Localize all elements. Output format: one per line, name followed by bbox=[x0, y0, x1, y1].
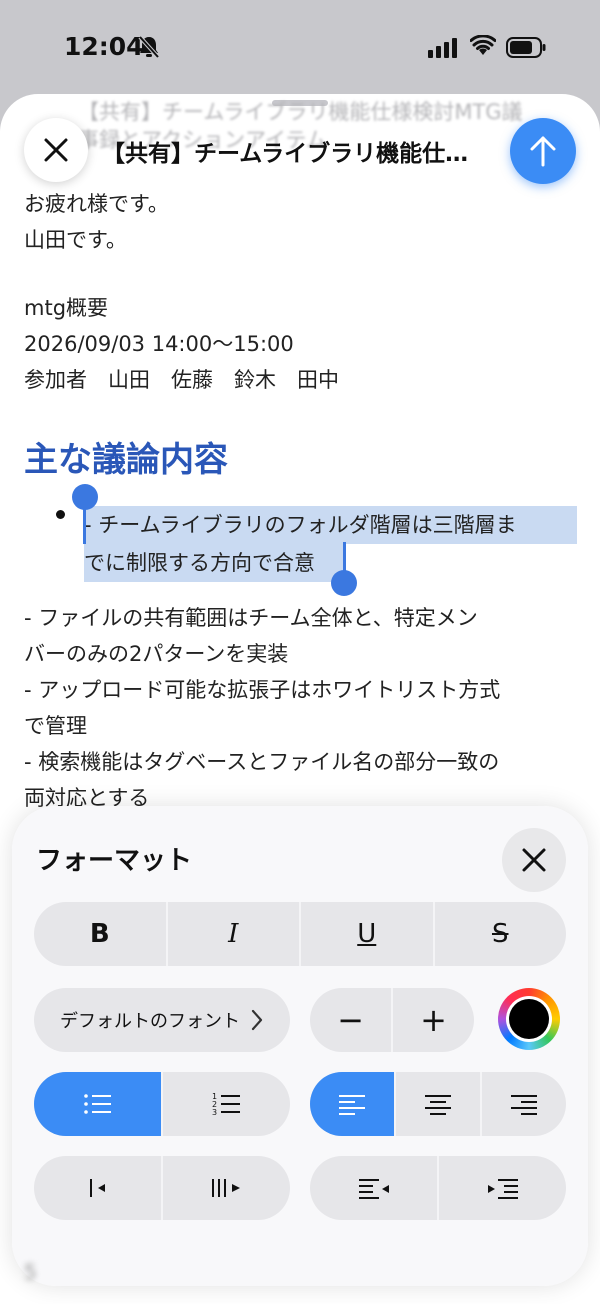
section-heading[interactable]: 主な議論内容 bbox=[24, 432, 228, 481]
decrease-block-indent-button[interactable] bbox=[34, 1156, 161, 1220]
align-right-icon bbox=[511, 1095, 537, 1115]
bulleted-list-button[interactable] bbox=[34, 1072, 161, 1136]
align-right-button[interactable] bbox=[480, 1072, 566, 1136]
battery-icon bbox=[506, 37, 546, 58]
indent-button[interactable] bbox=[437, 1156, 566, 1220]
list-style-group: 1 2 3 bbox=[34, 1072, 290, 1136]
status-bar: 12:04 bbox=[0, 0, 600, 96]
increase-font-size-button[interactable]: + bbox=[391, 988, 474, 1052]
body-datetime[interactable]: 2026/09/03 14:00〜15:00 bbox=[24, 326, 294, 362]
arrow-up-icon bbox=[530, 136, 556, 167]
selected-color-swatch bbox=[509, 999, 549, 1039]
font-name: デフォルトのフォント bbox=[60, 1011, 240, 1032]
body-line[interactable]: - 検索機能はタグベースとファイル名の部分一致の bbox=[24, 744, 499, 780]
selection-end-knob[interactable] bbox=[331, 570, 357, 596]
close-icon bbox=[44, 138, 68, 162]
decrease-font-size-button[interactable]: − bbox=[310, 988, 391, 1052]
block-indent-group bbox=[34, 1156, 290, 1220]
obscured-body-text: 5 bbox=[24, 1260, 37, 1284]
selection-start-handle[interactable] bbox=[83, 504, 86, 544]
increase-block-indent-button[interactable] bbox=[161, 1156, 290, 1220]
body-sender[interactable]: 山田です。 bbox=[24, 222, 127, 258]
color-ring bbox=[506, 996, 552, 1042]
svg-text:3: 3 bbox=[212, 1108, 217, 1117]
indent-icon bbox=[487, 1179, 518, 1199]
align-left-icon bbox=[339, 1095, 365, 1115]
selected-text-line[interactable]: - チームライブラリのフォルダ階層は三階層ま bbox=[84, 506, 577, 544]
body-line[interactable]: - アップロード可能な拡張子はホワイトリスト方式 bbox=[24, 672, 500, 708]
status-time: 12:04 bbox=[64, 32, 144, 61]
selected-text-line[interactable]: でに制限する方向で合意 bbox=[84, 544, 346, 582]
align-left-button[interactable] bbox=[310, 1072, 394, 1136]
close-icon bbox=[522, 848, 546, 872]
indent-group bbox=[310, 1156, 566, 1220]
numbered-list-button[interactable]: 1 2 3 bbox=[161, 1072, 290, 1136]
format-panel-title: フォーマット bbox=[36, 846, 193, 876]
font-picker-cell[interactable]: デフォルトのフォント bbox=[34, 988, 290, 1052]
body-line[interactable]: - ファイルの共有範囲はチーム全体と、特定メン bbox=[24, 600, 478, 636]
body-overview-label[interactable]: mtg概要 bbox=[24, 290, 108, 326]
cellular-signal-icon bbox=[428, 38, 457, 58]
body-line[interactable]: で管理 bbox=[24, 708, 87, 744]
chevron-right-icon bbox=[251, 1009, 263, 1031]
alignment-group bbox=[310, 1072, 566, 1136]
numbered-list-icon: 1 2 3 bbox=[212, 1092, 240, 1117]
outdent-icon bbox=[358, 1179, 389, 1199]
increase-quote-icon bbox=[211, 1179, 240, 1197]
text-style-group: B I U S bbox=[34, 902, 566, 966]
body-participants[interactable]: 参加者 山田 佐藤 鈴木 田中 bbox=[24, 362, 339, 398]
selected-text[interactable]: - チームライブラリのフォルダ階層は三階層ま でに制限する方向で合意 bbox=[84, 506, 577, 582]
outdent-button[interactable] bbox=[310, 1156, 437, 1220]
strikethrough-button[interactable]: S bbox=[432, 902, 567, 966]
align-center-button[interactable] bbox=[394, 1072, 480, 1136]
decrease-quote-icon bbox=[89, 1179, 105, 1197]
selection-start-knob[interactable] bbox=[72, 484, 98, 510]
align-center-icon bbox=[425, 1095, 451, 1115]
font-size-stepper: − + bbox=[310, 988, 474, 1052]
italic-button[interactable]: I bbox=[165, 902, 300, 966]
list-bullet bbox=[56, 510, 65, 519]
font-picker-button[interactable]: デフォルトのフォント bbox=[34, 988, 290, 1052]
format-panel-close-button[interactable] bbox=[502, 828, 566, 892]
text-color-button[interactable] bbox=[498, 988, 560, 1050]
bold-button[interactable]: B bbox=[34, 902, 166, 966]
underline-button[interactable]: U bbox=[299, 902, 433, 966]
send-button[interactable] bbox=[510, 118, 576, 184]
bell-muted-icon bbox=[138, 35, 160, 59]
email-subject: 【共有】チームライブラリ機能仕… bbox=[102, 141, 469, 167]
bulleted-list-icon bbox=[83, 1094, 111, 1114]
close-compose-button[interactable] bbox=[24, 118, 88, 182]
wifi-icon bbox=[470, 35, 496, 55]
format-panel: フォーマット B I U S デフォルトのフォント − + 1 2 3 bbox=[12, 806, 588, 1286]
body-line[interactable]: バーのみの2パターンを実装 bbox=[24, 636, 288, 672]
body-greeting[interactable]: お疲れ様です。 bbox=[24, 186, 169, 222]
